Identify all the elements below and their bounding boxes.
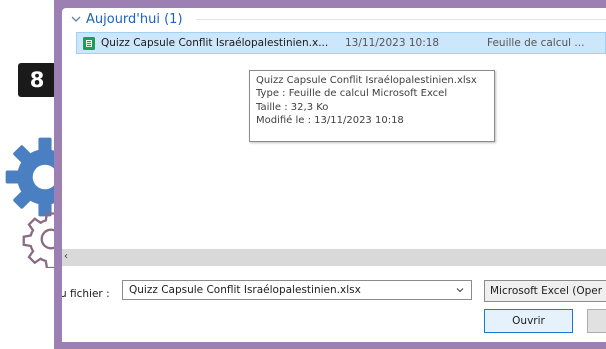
open-file-dialog: Aujourd'hui (1) Quizz Capsule Conflit Is… <box>62 8 606 342</box>
file-type: Feuille de calcul ... <box>487 37 585 49</box>
group-divider <box>196 19 606 20</box>
open-button-label: Ouvrir <box>512 315 545 327</box>
filetype-value: Microsoft Excel (Oper <box>490 285 603 297</box>
file-tooltip: Quizz Capsule Conflit Israélopalestinien… <box>249 70 495 142</box>
group-header-today[interactable]: Aujourd'hui (1) <box>70 10 183 28</box>
cancel-button[interactable] <box>587 309 606 333</box>
file-name: Quizz Capsule Conflit Israélopalestinien… <box>101 37 329 49</box>
scroll-left-arrow[interactable]: ‹ <box>64 251 68 262</box>
step-badge: 8 <box>18 63 56 97</box>
horizontal-scrollbar[interactable]: ‹ <box>62 249 606 266</box>
chevron-down-icon[interactable] <box>455 285 465 295</box>
tooltip-type: Type : Feuille de calcul Microsoft Excel <box>256 88 448 100</box>
excel-file-icon <box>83 36 95 50</box>
group-title: Aujourd'hui (1) <box>86 11 183 27</box>
file-row-selected[interactable]: Quizz Capsule Conflit Israélopalestinien… <box>76 32 606 54</box>
file-modified-date: 13/11/2023 10:18 <box>345 37 440 49</box>
open-button[interactable]: Ouvrir <box>484 309 573 333</box>
chevron-down-icon <box>71 16 81 22</box>
filename-input[interactable]: Quizz Capsule Conflit Israélopalestinien… <box>122 280 472 300</box>
step-number: 8 <box>29 68 45 92</box>
filename-label: u fichier : <box>62 288 110 300</box>
filename-value: Quizz Capsule Conflit Israélopalestinien… <box>129 284 361 296</box>
tooltip-modified: Modifié le : 13/11/2023 10:18 <box>256 115 404 127</box>
tooltip-filename: Quizz Capsule Conflit Israélopalestinien… <box>256 75 477 86</box>
tooltip-size: Taille : 32,3 Ko <box>256 101 329 113</box>
filetype-select[interactable]: Microsoft Excel (Oper <box>484 280 606 302</box>
